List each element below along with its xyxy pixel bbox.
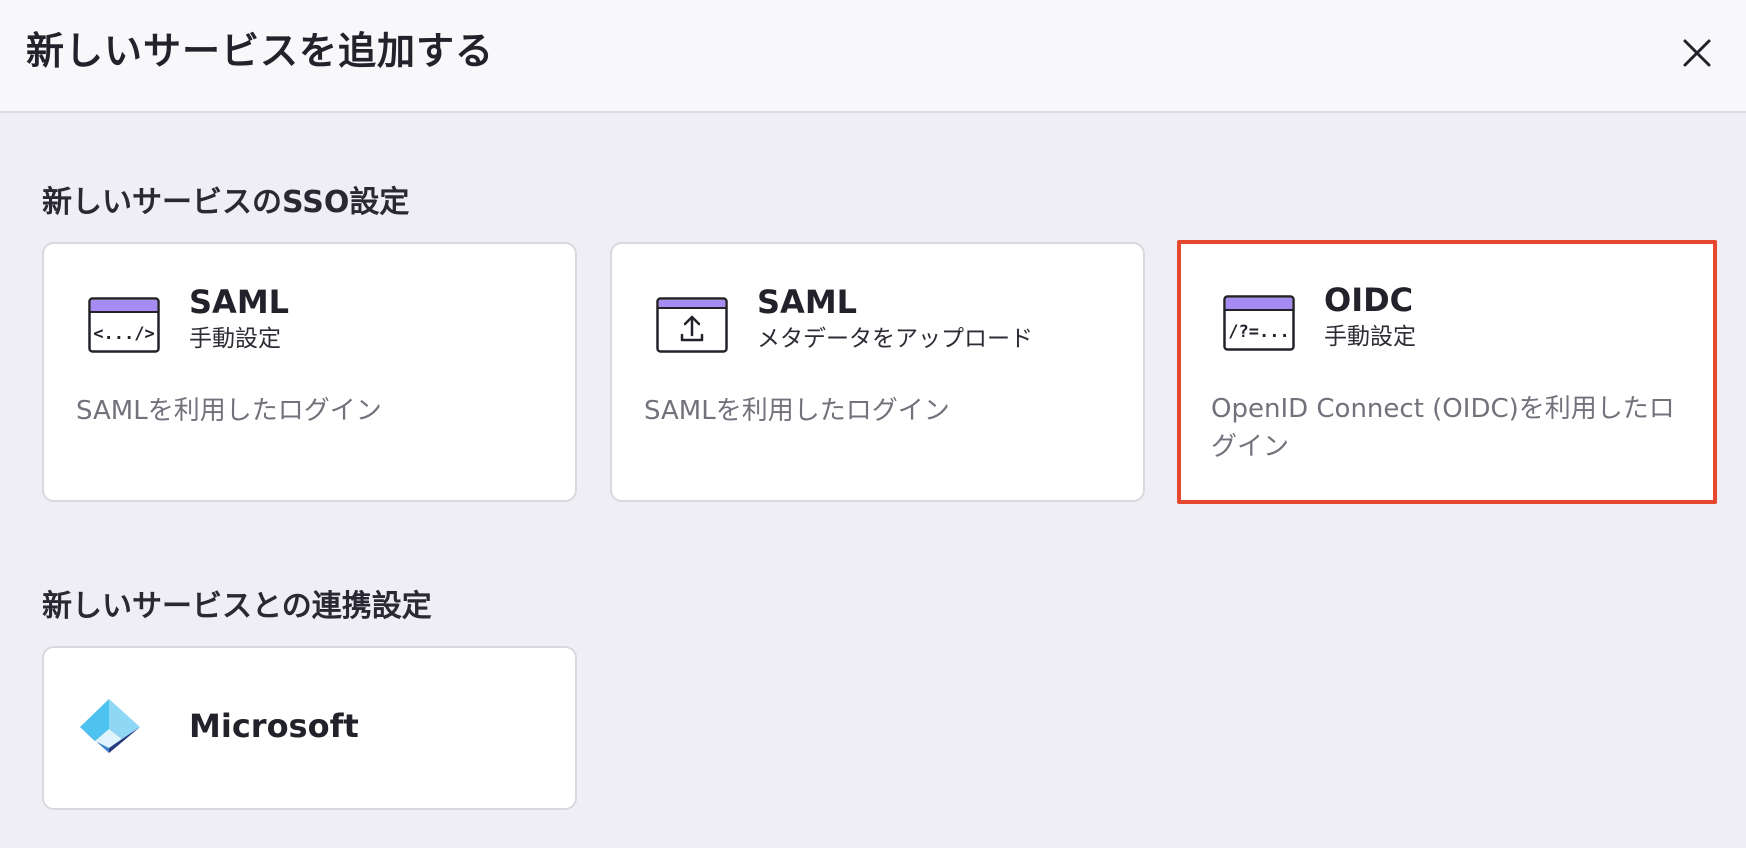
- saml-manual-card[interactable]: <.../> SAML 手動設定 SAMLを利用したログイン: [42, 242, 577, 502]
- icon-query-text: /?=...: [1228, 322, 1289, 342]
- oidc-manual-card[interactable]: /?=... OIDC 手動設定 OpenID Connect (OIDC)を利…: [1177, 240, 1717, 504]
- microsoft-card[interactable]: Microsoft: [42, 646, 577, 810]
- query-window-icon: /?=...: [1223, 295, 1295, 351]
- card-description: SAMLを利用したログイン: [644, 396, 950, 426]
- card-subtitle: 手動設定: [189, 326, 281, 352]
- card-description: SAMLを利用したログイン: [76, 396, 382, 426]
- card-subtitle: 手動設定: [1324, 324, 1416, 350]
- card-title: SAML: [757, 283, 858, 321]
- saml-metadata-card[interactable]: SAML メタデータをアップロード SAMLを利用したログイン: [610, 242, 1145, 502]
- upload-window-icon: [656, 297, 728, 353]
- card-title: OIDC: [1324, 281, 1414, 319]
- dialog-title: 新しいサービスを追加する: [26, 29, 495, 73]
- sso-section-heading: 新しいサービスのSSO設定: [42, 185, 410, 220]
- close-button[interactable]: [1672, 28, 1722, 78]
- close-icon: [1683, 39, 1711, 67]
- card-title: SAML: [189, 283, 290, 321]
- microsoft-entra-icon: [80, 699, 140, 753]
- integration-section-heading: 新しいサービスとの連携設定: [42, 589, 432, 624]
- card-description: OpenID Connect (OIDC)を利用したログイン: [1211, 394, 1675, 462]
- card-title: Microsoft: [189, 707, 359, 745]
- dialog-header: 新しいサービスを追加する: [0, 0, 1746, 113]
- code-window-icon: <.../>: [88, 297, 160, 353]
- icon-code-text: <.../>: [93, 324, 154, 344]
- card-subtitle: メタデータをアップロード: [757, 326, 1033, 352]
